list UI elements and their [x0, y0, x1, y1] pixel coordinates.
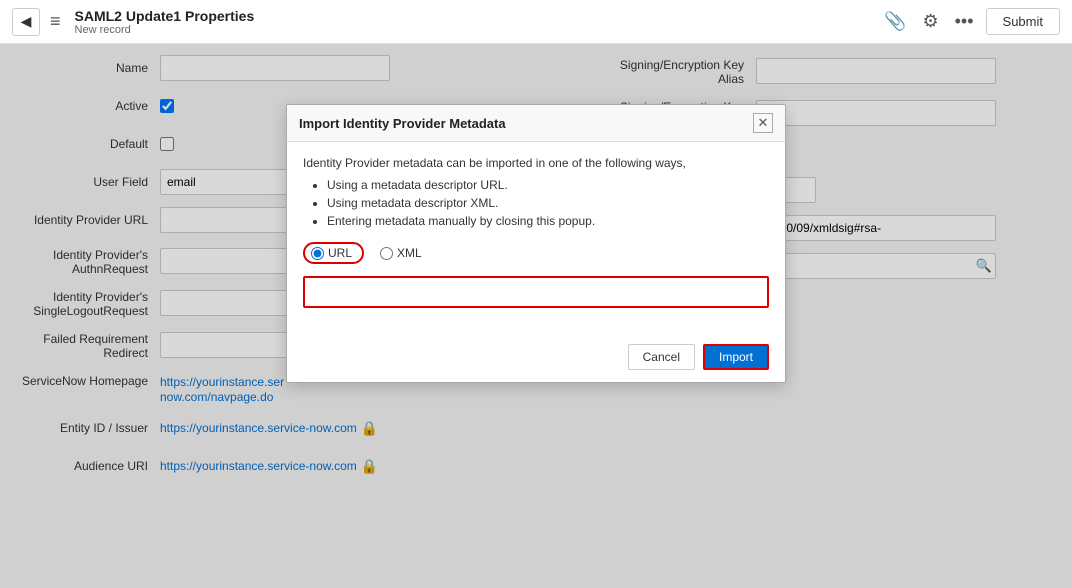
xml-label: XML — [397, 246, 422, 260]
modal-bullet-2: Using metadata descriptor XML. — [327, 196, 769, 210]
page-title: SAML2 Update1 Properties — [75, 8, 255, 24]
cancel-button[interactable]: Cancel — [628, 344, 695, 370]
toolbar-actions: 📎 ⚙ ••• Submit — [880, 7, 1060, 36]
url-radio-wrapper: URL — [303, 242, 364, 264]
settings-icon: ⚙ — [922, 11, 938, 31]
import-metadata-modal: Import Identity Provider Metadata ✕ Iden… — [286, 104, 786, 383]
import-button[interactable]: Import — [703, 344, 769, 370]
hamburger-icon[interactable]: ≡ — [50, 11, 61, 32]
attachment-icon: 📎 — [884, 11, 906, 31]
page-title-block: SAML2 Update1 Properties New record — [75, 8, 255, 36]
more-icon: ••• — [955, 11, 974, 31]
radio-group: URL XML — [303, 242, 769, 264]
modal-body: Identity Provider metadata can be import… — [287, 142, 785, 336]
url-input-wrapper — [303, 276, 769, 308]
attachment-button[interactable]: 📎 — [880, 7, 910, 36]
more-button[interactable]: ••• — [951, 7, 978, 36]
submit-button[interactable]: Submit — [986, 8, 1060, 35]
modal-bullets: Using a metadata descriptor URL. Using m… — [303, 178, 769, 228]
back-button[interactable]: ◀ — [12, 8, 40, 36]
url-label: URL — [328, 246, 352, 260]
xml-radio-label[interactable]: XML — [380, 246, 422, 260]
modal-footer: Cancel Import — [287, 336, 785, 382]
page-subtitle: New record — [75, 24, 255, 36]
top-bar: ◀ ≡ SAML2 Update1 Properties New record … — [0, 0, 1072, 44]
modal-bullet-3: Entering metadata manually by closing th… — [327, 214, 769, 228]
url-radio[interactable] — [311, 247, 324, 260]
modal-close-button[interactable]: ✕ — [753, 113, 773, 133]
modal-bullet-1: Using a metadata descriptor URL. — [327, 178, 769, 192]
url-radio-label[interactable]: URL — [311, 246, 352, 260]
modal-title: Import Identity Provider Metadata — [299, 116, 506, 131]
settings-button[interactable]: ⚙ — [918, 7, 942, 36]
modal-overlay: Import Identity Provider Metadata ✕ Iden… — [0, 44, 1072, 588]
main-content: Name Active Default User Field — [0, 44, 1072, 588]
back-icon: ◀ — [21, 13, 32, 30]
xml-radio[interactable] — [380, 247, 393, 260]
modal-header: Import Identity Provider Metadata ✕ — [287, 105, 785, 142]
url-input[interactable] — [305, 278, 767, 306]
modal-description: Identity Provider metadata can be import… — [303, 156, 769, 170]
